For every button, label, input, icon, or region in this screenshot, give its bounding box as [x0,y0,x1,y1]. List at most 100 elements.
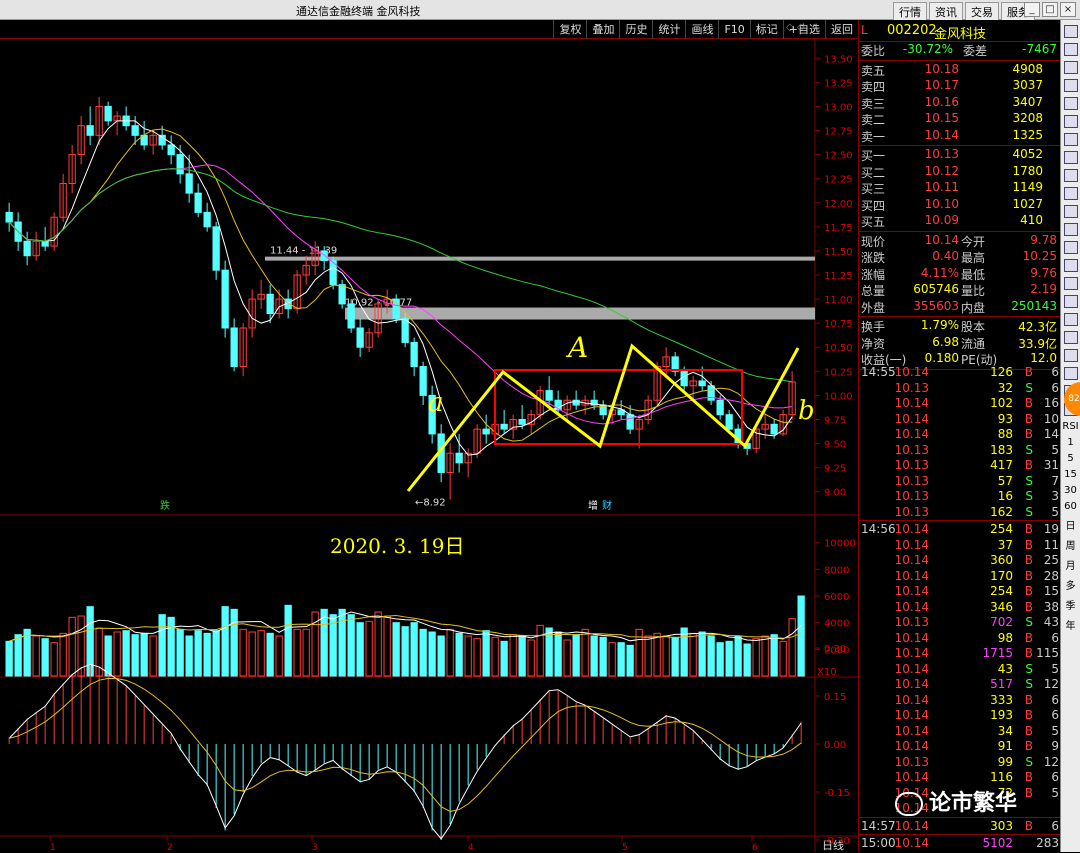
sidebar-tool-icon[interactable] [1063,97,1078,110]
price-tick-label: 11.00 [824,295,853,306]
sidebar-tool-icon[interactable] [1063,349,1078,362]
volume-bar [698,631,706,677]
tick-price: 10.14 [894,365,929,379]
sidebar-text-5[interactable]: 60 [1061,501,1080,512]
separator [859,145,1061,146]
tick-count: 15 [1043,584,1059,598]
volume-bar [608,642,616,677]
buy-vol: 410 [1020,213,1043,227]
toolbar-button-0[interactable]: 复权 [553,20,586,39]
sidebar-tool-icon[interactable] [1063,223,1078,236]
marker-cai: 财 [602,499,612,512]
price-tick-label: 9.00 [824,488,846,499]
tick-price: 10.13 [894,489,929,503]
sidebar-tool-icon[interactable] [1063,115,1078,128]
toolbar-button-2[interactable]: 历史 [619,20,652,39]
tick-count: 283 [1036,836,1059,850]
tick-count: 6 [1051,365,1059,379]
sidebar-tool-icon[interactable] [1063,331,1078,344]
letter-b: b [798,396,815,426]
right-sidebar: RSI 1 5 15 30 60 日周月多季年 [1060,20,1080,852]
toolbar-button-4[interactable]: 画线 [685,20,718,39]
close-button[interactable]: × [1060,2,1076,17]
sidebar-tool-icon[interactable] [1063,61,1078,74]
ma60-line [8,168,793,383]
tick-side: B [1024,785,1033,800]
volume-bar [266,632,274,677]
volume-bar [779,640,787,677]
tick-vol: 16 [997,489,1013,503]
menu-1[interactable]: 资讯 [929,2,963,22]
tick-vol: 254 [990,522,1013,536]
macd-tick-label: 0.00 [824,740,846,751]
tick-price: 10.13 [894,458,929,472]
sidebar-tool-icon[interactable] [1063,169,1078,182]
sidebar-text-9[interactable]: 多 [1061,577,1080,592]
sidebar-tool-icon[interactable] [1063,367,1078,380]
tick-row: 10.14 517 S 12 [859,677,1061,694]
volume-bar [239,628,247,677]
buy-price: 10.12 [924,163,959,178]
tick-price: 10.13 [894,473,929,488]
volume-bar [581,628,589,677]
price-tick-label: 10.75 [824,319,853,330]
sidebar-tool-icon[interactable] [1063,259,1078,272]
toolbar-button-7[interactable]: +自选 [782,20,825,39]
minimize-button[interactable]: _ [1024,2,1040,17]
volume-tick-label: 4000 [824,619,849,630]
toolbar-button-1[interactable]: 叠加 [586,20,619,39]
stat-row: 总量 605746 量比 2.19 [859,282,1061,299]
toolbar-button-6[interactable]: 标记 [749,20,783,39]
toolbar-button-5[interactable]: F10 [718,20,749,39]
sidebar-tool-icon[interactable] [1063,25,1078,38]
sidebar-tool-icon[interactable] [1063,79,1078,92]
volume-bar [41,638,49,677]
sidebar-tool-icon[interactable] [1063,43,1078,56]
volume-bar [797,595,805,677]
sidebar-text-6[interactable]: 日 [1061,517,1080,532]
tick-vol: 126 [990,365,1013,379]
price-tick-label: 13.00 [824,102,853,113]
menu-0[interactable]: 行情 [893,2,927,22]
sidebar-text-2[interactable]: 5 [1061,453,1080,464]
sidebar-text-11[interactable]: 年 [1061,617,1080,632]
sidebar-text-0[interactable]: RSI [1061,421,1080,432]
letter-A: A [565,331,588,364]
sidebar-text-10[interactable]: 季 [1061,597,1080,612]
sell-price: 10.18 [924,61,959,76]
price-tick-label: 12.75 [824,127,853,138]
tick-side: B [1024,365,1033,379]
volume-bar [68,616,76,677]
tick-vol: 346 [990,599,1013,614]
volume-bar [491,636,499,677]
date-label: 2020. 3. 19日 [330,534,465,558]
stat-row: 现价 10.14 今开 9.78 [859,233,1061,250]
kline-chart[interactable]: 13.50 13.25 13.00 12.75 12.50 12.25 12.00 11.75… [0,39,858,852]
maximize-button[interactable]: □ [1042,2,1058,17]
sidebar-tool-icon[interactable] [1063,133,1078,146]
letter-a: a [428,388,444,418]
sidebar-tool-icon[interactable] [1063,151,1078,164]
sidebar-tool-icon[interactable] [1063,241,1078,254]
price-tick-label: 11.25 [824,271,853,282]
tick-row: 14:57 10.14 303 B 6 [859,819,1061,836]
menu-2[interactable]: 交易 [965,2,999,22]
toolbar-button-8[interactable]: 返回 [825,20,858,39]
sidebar-text-8[interactable]: 月 [1061,557,1080,572]
tick-row: 10.14 98 B 6 [859,631,1061,648]
sidebar-tool-icon[interactable] [1063,313,1078,326]
sidebar-text-4[interactable]: 30 [1061,485,1080,496]
sidebar-text-7[interactable]: 周 [1061,537,1080,552]
stat-value2: 9.78 [1030,232,1057,247]
sidebar-tool-icon[interactable] [1063,277,1078,290]
sidebar-tool-icon[interactable] [1063,205,1078,218]
toolbar-button-3[interactable]: 统计 [652,20,685,39]
sell-label: 卖一 [861,129,886,144]
sidebar-text-1[interactable]: 1 [1061,437,1080,448]
sidebar-tool-icon[interactable] [1063,187,1078,200]
sidebar-tool-icon[interactable] [1063,295,1078,308]
sidebar-text-3[interactable]: 15 [1061,469,1080,480]
stat-row: 涨跌 0.40 最高 10.25 [859,249,1061,266]
stat2-label2: 流通 [961,336,986,351]
candle-body [770,423,778,435]
